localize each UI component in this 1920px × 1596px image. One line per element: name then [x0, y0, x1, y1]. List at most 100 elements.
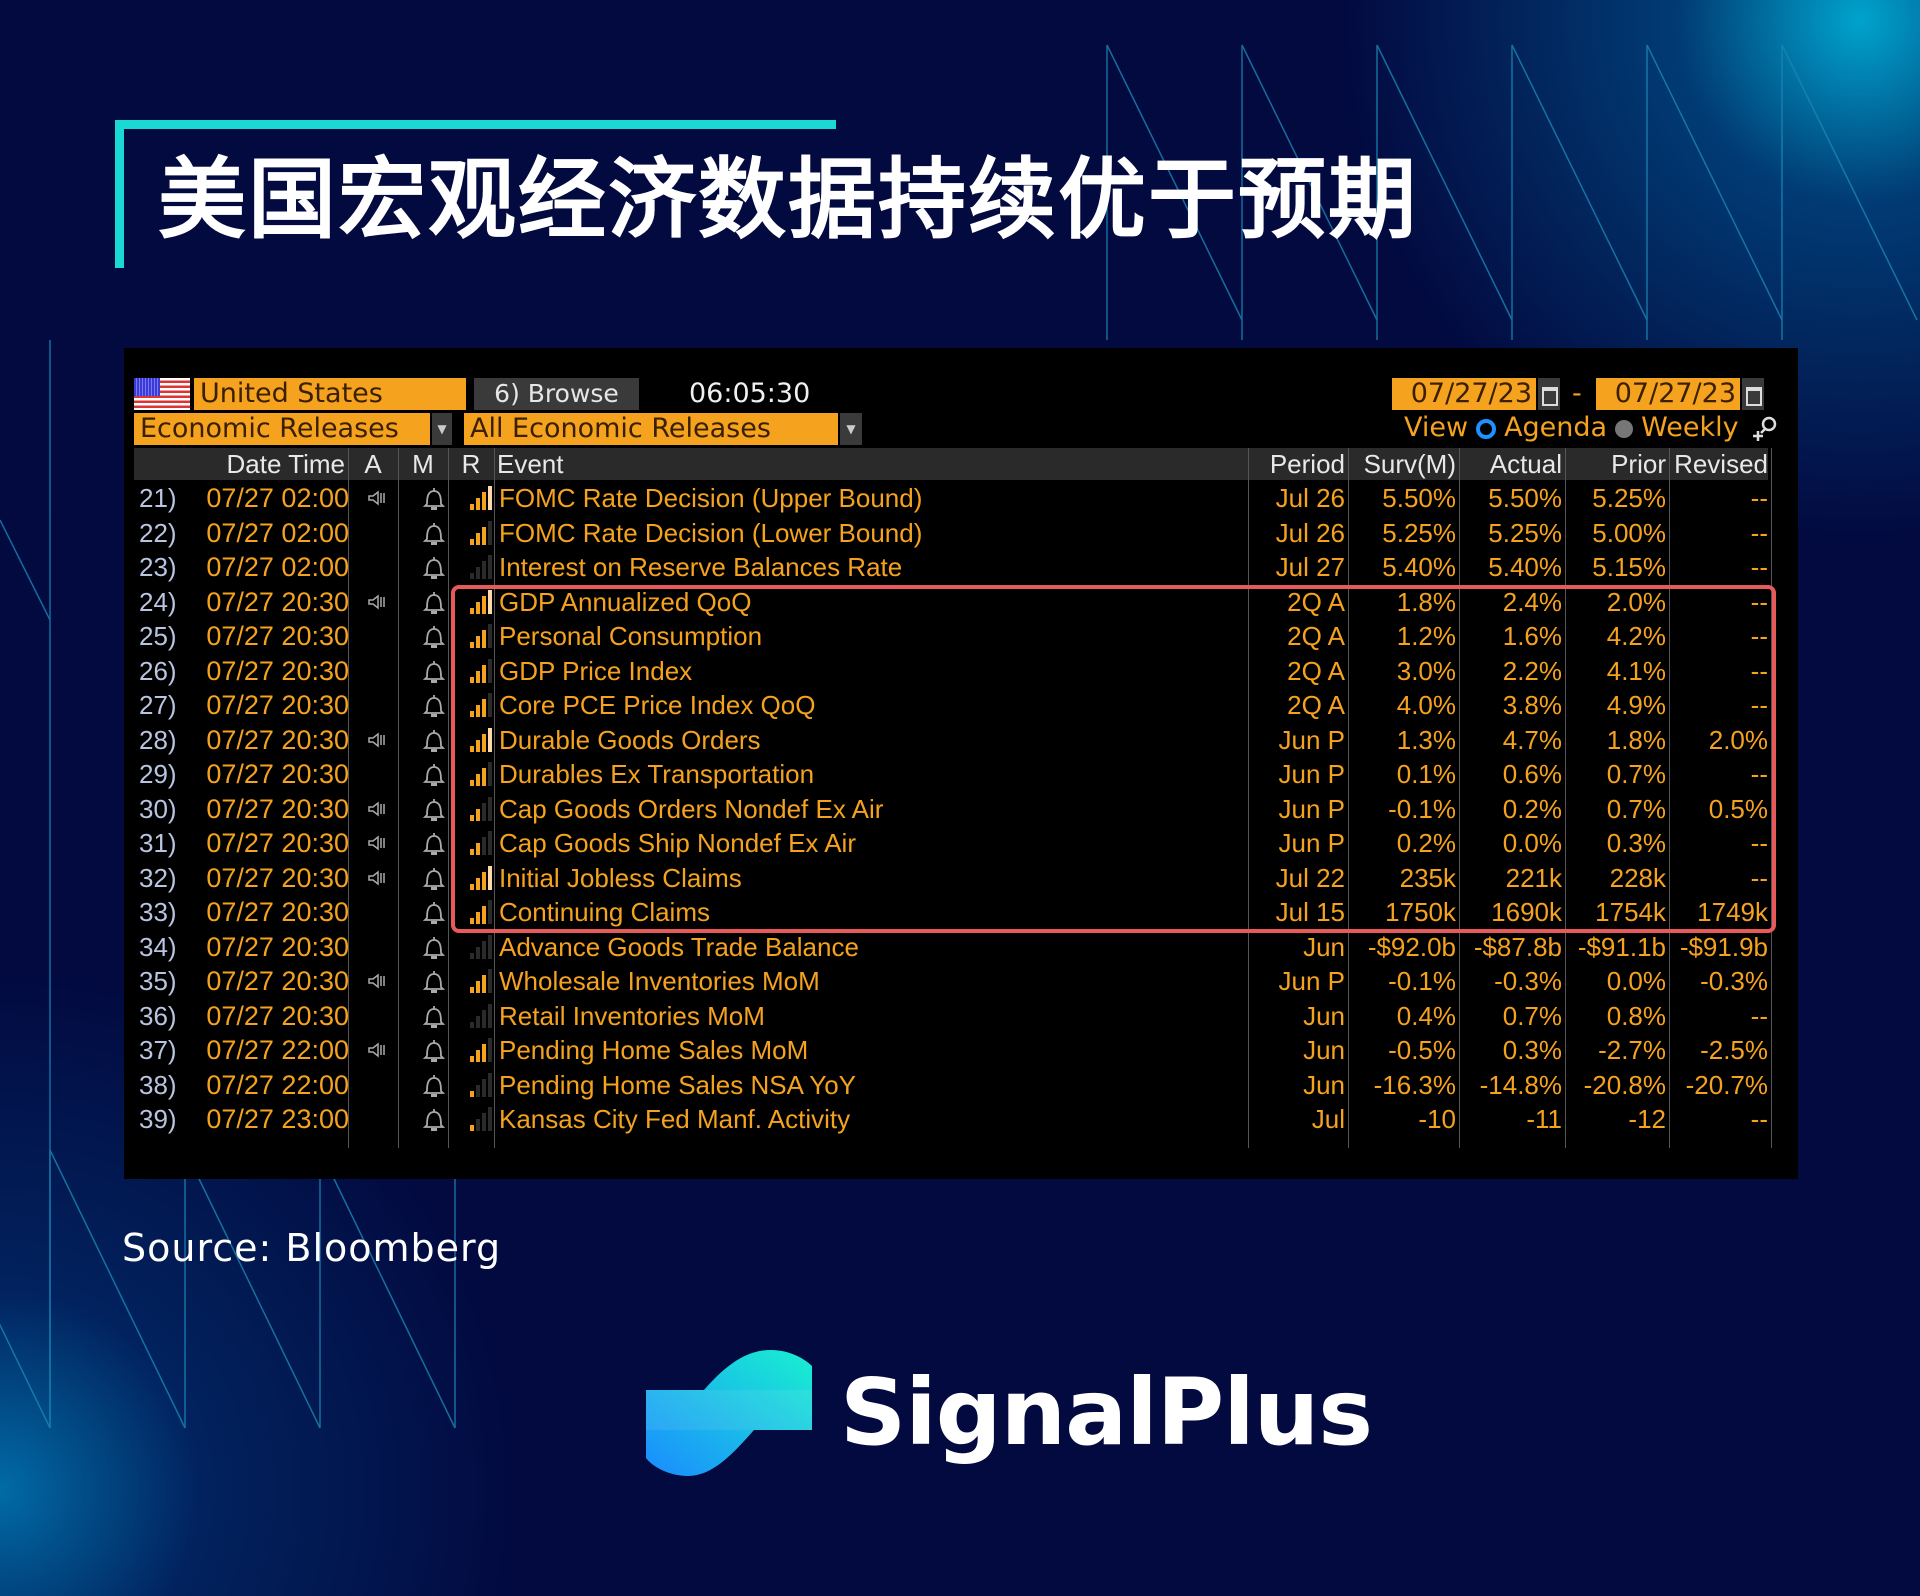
- radio-weekly[interactable]: [1615, 419, 1634, 438]
- filter-dropdown-arrow-icon[interactable]: ▼: [840, 413, 862, 445]
- row-number[interactable]: 29): [136, 757, 178, 791]
- speaker-icon[interactable]: [368, 1042, 386, 1058]
- bell-icon[interactable]: [423, 1005, 445, 1029]
- row-number[interactable]: 22): [136, 516, 178, 550]
- zoom-search-icon[interactable]: [1751, 415, 1779, 443]
- bell-icon[interactable]: [423, 591, 445, 615]
- filter-dropdown[interactable]: All Economic Releases: [464, 413, 838, 445]
- event-name[interactable]: Core PCE Price Index QoQ: [496, 688, 1248, 722]
- speaker-icon[interactable]: [368, 800, 386, 817]
- speaker-icon[interactable]: [368, 835, 386, 851]
- table-row[interactable]: 27) 07/27 20:30 Core PCE Price Index QoQ 2Q…: [134, 688, 1768, 722]
- bell-icon[interactable]: [423, 522, 445, 546]
- radio-agenda-selected[interactable]: [1476, 418, 1497, 439]
- event-name[interactable]: Pending Home Sales NSA YoY: [496, 1068, 1248, 1102]
- row-number[interactable]: 39): [136, 1102, 178, 1136]
- event-name[interactable]: Initial Jobless Claims: [496, 861, 1248, 895]
- table-row[interactable]: 30) 07/27 20:30 Cap Goods Orders Nondef Ex…: [134, 792, 1768, 826]
- view-option-agenda[interactable]: Agenda: [1504, 412, 1607, 443]
- event-name[interactable]: Wholesale Inventories MoM: [496, 964, 1248, 998]
- category-dropdown-arrow-icon[interactable]: ▼: [432, 413, 452, 445]
- bell-icon[interactable]: [423, 625, 445, 649]
- col-header-a[interactable]: A: [348, 448, 398, 480]
- table-row[interactable]: 28) 07/27 20:30 Durable Goods Orders Jun P 1…: [134, 723, 1768, 757]
- row-number[interactable]: 37): [136, 1033, 178, 1067]
- bell-icon[interactable]: [423, 694, 445, 718]
- speaker-icon[interactable]: [368, 490, 386, 506]
- event-name[interactable]: FOMC Rate Decision (Upper Bound): [496, 481, 1248, 515]
- col-header-datetime[interactable]: Date Time: [134, 448, 348, 480]
- col-header-actual[interactable]: Actual: [1459, 448, 1565, 480]
- calendar-icon[interactable]: [1742, 378, 1764, 410]
- table-row[interactable]: 24) 07/27 20:30 GDP Annualized QoQ 2Q A 1.8%…: [134, 585, 1768, 619]
- table-row[interactable]: 22) 07/27 02:00 FOMC Rate Decision (Lower …: [134, 516, 1768, 550]
- table-row[interactable]: 25) 07/27 20:30 Personal Consumption 2Q A 1.…: [134, 619, 1768, 653]
- table-row[interactable]: 33) 07/27 20:30 Continuing Claims Jul 15 175…: [134, 895, 1768, 929]
- row-number[interactable]: 28): [136, 723, 178, 757]
- event-name[interactable]: Cap Goods Ship Nondef Ex Air: [496, 826, 1248, 860]
- row-number[interactable]: 34): [136, 930, 178, 964]
- table-row[interactable]: 36) 07/27 20:30 Retail Inventories MoM Jun 0…: [134, 999, 1768, 1033]
- col-header-r[interactable]: R: [448, 448, 494, 480]
- row-number[interactable]: 31): [136, 826, 178, 860]
- bell-icon[interactable]: [423, 832, 445, 856]
- table-row[interactable]: 32) 07/27 20:30 Initial Jobless Claims Jul …: [134, 861, 1768, 895]
- event-name[interactable]: Durable Goods Orders: [496, 723, 1248, 757]
- row-number[interactable]: 27): [136, 688, 178, 722]
- bell-icon[interactable]: [423, 487, 445, 511]
- event-name[interactable]: Retail Inventories MoM: [496, 999, 1248, 1033]
- event-name[interactable]: Pending Home Sales MoM: [496, 1033, 1248, 1067]
- col-header-survey[interactable]: Surv(M): [1348, 448, 1459, 480]
- row-number[interactable]: 33): [136, 895, 178, 929]
- row-number[interactable]: 32): [136, 861, 178, 895]
- table-row[interactable]: 26) 07/27 20:30 GDP Price Index 2Q A 3.0% 2.2…: [134, 654, 1768, 688]
- category-dropdown[interactable]: Economic Releases: [134, 413, 430, 445]
- event-name[interactable]: Advance Goods Trade Balance: [496, 930, 1248, 964]
- table-row[interactable]: 29) 07/27 20:30 Durables Ex Transportation…: [134, 757, 1768, 791]
- bell-icon[interactable]: [423, 970, 445, 994]
- country-field[interactable]: United States: [194, 378, 466, 410]
- bell-icon[interactable]: [423, 1108, 445, 1132]
- col-header-event[interactable]: Event: [494, 448, 1248, 480]
- row-number[interactable]: 23): [136, 550, 178, 584]
- col-header-revised[interactable]: Revised: [1669, 448, 1771, 480]
- row-number[interactable]: 21): [136, 481, 178, 515]
- table-row[interactable]: 21) 07/27 02:00 FOMC Rate Decision (Upper …: [134, 481, 1768, 515]
- row-number[interactable]: 36): [136, 999, 178, 1033]
- col-header-prior[interactable]: Prior: [1565, 448, 1669, 480]
- event-name[interactable]: Personal Consumption: [496, 619, 1248, 653]
- bell-icon[interactable]: [423, 798, 445, 822]
- bell-icon[interactable]: [423, 1039, 445, 1063]
- row-number[interactable]: 35): [136, 964, 178, 998]
- row-number[interactable]: 38): [136, 1068, 178, 1102]
- bell-icon[interactable]: [423, 729, 445, 753]
- event-name[interactable]: Kansas City Fed Manf. Activity: [496, 1102, 1248, 1136]
- event-name[interactable]: GDP Annualized QoQ: [496, 585, 1248, 619]
- speaker-icon[interactable]: [368, 973, 386, 989]
- date-to-field[interactable]: 07/27/23: [1596, 378, 1740, 410]
- view-option-weekly[interactable]: Weekly: [1641, 412, 1738, 443]
- event-name[interactable]: Interest on Reserve Balances Rate: [496, 550, 1248, 584]
- table-row[interactable]: 23) 07/27 02:00 Interest on Reserve Balanc…: [134, 550, 1768, 584]
- bell-icon[interactable]: [423, 660, 445, 684]
- bell-icon[interactable]: [423, 901, 445, 925]
- event-name[interactable]: Durables Ex Transportation: [496, 757, 1248, 791]
- bell-icon[interactable]: [423, 936, 445, 960]
- col-header-period[interactable]: Period: [1248, 448, 1348, 480]
- table-row[interactable]: 35) 07/27 20:30 Wholesale Inventories MoM J…: [134, 964, 1768, 998]
- table-row[interactable]: 31) 07/27 20:30 Cap Goods Ship Nondef Ex A…: [134, 826, 1768, 860]
- row-number[interactable]: 30): [136, 792, 178, 826]
- bell-icon[interactable]: [423, 763, 445, 787]
- event-name[interactable]: Cap Goods Orders Nondef Ex Air: [496, 792, 1248, 826]
- speaker-icon[interactable]: [368, 869, 386, 886]
- event-name[interactable]: GDP Price Index: [496, 654, 1248, 688]
- event-name[interactable]: FOMC Rate Decision (Lower Bound): [496, 516, 1248, 550]
- col-header-m[interactable]: M: [398, 448, 448, 480]
- calendar-icon[interactable]: [1538, 378, 1560, 410]
- table-row[interactable]: 39) 07/27 23:00 Kansas City Fed Manf. Acti…: [134, 1102, 1768, 1136]
- row-number[interactable]: 24): [136, 585, 178, 619]
- bell-icon[interactable]: [423, 1074, 445, 1098]
- bell-icon[interactable]: [423, 556, 445, 580]
- speaker-icon[interactable]: [368, 731, 386, 748]
- row-number[interactable]: 25): [136, 619, 178, 653]
